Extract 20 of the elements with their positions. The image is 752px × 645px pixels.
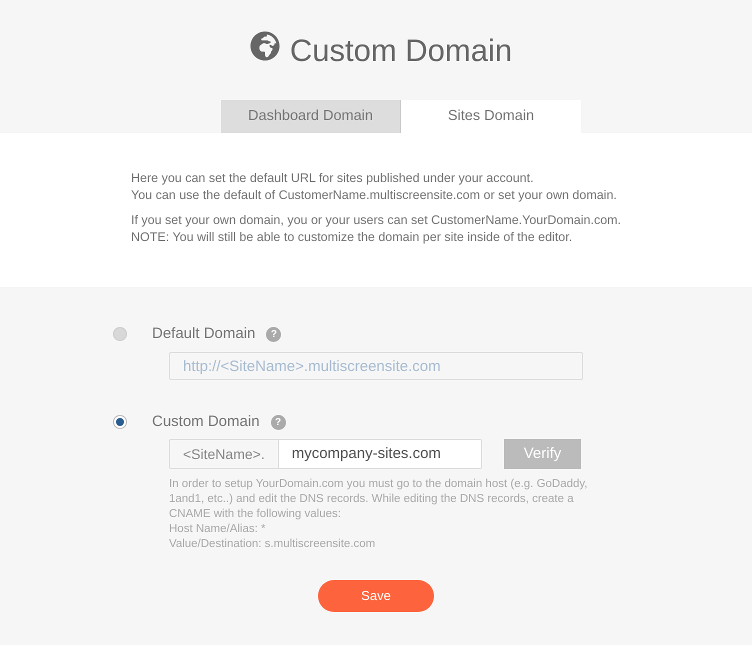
save-button[interactable]: Save — [318, 580, 434, 612]
intro-paragraph: Here you can set the default URL for sites published under your account. You can use the default of CustomerName.multiscreensite.com or set your own domain. — [131, 170, 618, 204]
help-text: In order to setup YourDomain.com you must go to the domain host (e.g. GoDaddy, 1and1, etc..) and edit the DNS records. While editing the DNS records, create a CNAME with the following values: — [169, 477, 588, 522]
url-field[interactable]: http://<SiteName>.multiscreensite.com — [169, 352, 583, 380]
globe-icon — [250, 31, 280, 61]
domain-prefix: <SiteName>. — [169, 439, 279, 469]
help-icon[interactable]: ? — [270, 414, 286, 430]
help-text: Host Name/Alias: * — [169, 522, 267, 537]
verify-button[interactable]: Verify — [504, 439, 581, 469]
tab[interactable]: Sites Domain — [401, 100, 581, 133]
domain-field[interactable]: mycompany-sites.com — [278, 439, 482, 469]
option-label: Custom Domain — [152, 412, 260, 432]
radio-button[interactable] — [113, 415, 127, 429]
option-label: Default Domain — [152, 324, 256, 344]
tab[interactable]: Dashboard Domain — [221, 100, 401, 133]
help-icon[interactable]: ? — [266, 326, 282, 342]
page-title: Custom Domain — [290, 32, 512, 70]
intro-paragraph: If you set your own domain, you or your users can set CustomerName.YourDomain.com. NOTE: You will still be able to customize the domain per site inside of the editor. — [131, 212, 622, 246]
help-text: Value/Destination: s.multiscreensite.com — [169, 537, 376, 552]
radio-button[interactable] — [113, 327, 127, 341]
